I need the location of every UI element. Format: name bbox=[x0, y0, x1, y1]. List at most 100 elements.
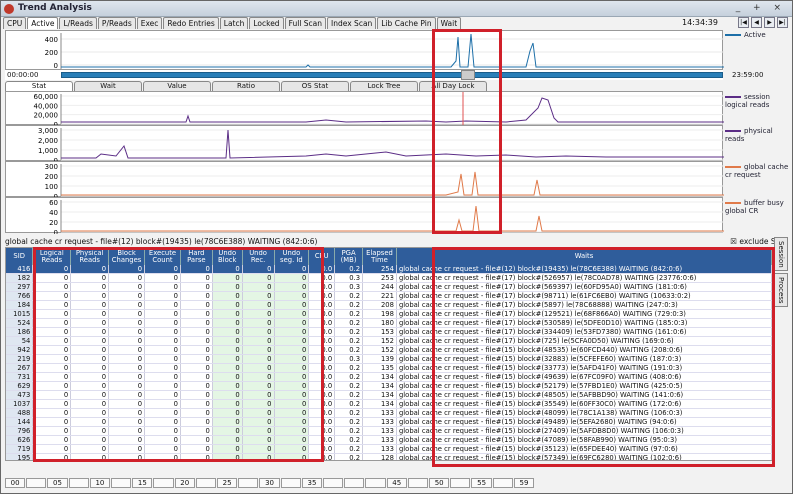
minute-cell[interactable] bbox=[153, 478, 174, 488]
table-cell: 0 bbox=[108, 265, 146, 274]
minute-cell[interactable]: 10 bbox=[89, 478, 111, 488]
table-row[interactable]: 184 0 0 0 0 0 0 0 0 0.0 0.2 208 global cache cr requ… bbox=[6, 300, 772, 310]
minute-cell[interactable] bbox=[407, 478, 429, 488]
table-row[interactable]: 186 0 0 0 0 0 0 0 0 0.0 0.2 153 global cache cr requ… bbox=[6, 327, 772, 337]
tab-active[interactable]: Active bbox=[27, 17, 59, 29]
column-header-waits[interactable]: Waits bbox=[396, 248, 772, 265]
table-cell: 0 bbox=[32, 426, 72, 436]
subtab-value[interactable]: Value bbox=[143, 81, 211, 91]
minute-cell[interactable] bbox=[68, 478, 89, 488]
next-icon[interactable]: ▶ bbox=[764, 17, 775, 28]
side-tab-process[interactable]: Process bbox=[774, 273, 788, 307]
table-cell: 0.0 bbox=[308, 300, 336, 310]
table-row[interactable]: 267 0 0 0 0 0 0 0 0 0.0 0.2 135 global cache cr requ… bbox=[6, 363, 772, 373]
table-row[interactable]: 144 0 0 0 0 0 0 0 0 0.0 0.2 133 global cache cr requ… bbox=[6, 417, 772, 427]
minute-cell[interactable] bbox=[111, 478, 132, 488]
column-header-logical-reads[interactable]: Logical Reads bbox=[32, 248, 72, 265]
subtab-all-day-lock[interactable]: All Day Lock bbox=[419, 81, 487, 91]
timeline-slider[interactable] bbox=[61, 72, 723, 78]
tab-full-scan[interactable]: Full Scan bbox=[284, 17, 327, 29]
subtab-os-stat[interactable]: OS Stat bbox=[281, 81, 349, 91]
table-row[interactable]: 766 0 0 0 0 0 0 0 0 0.0 0.2 221 global cache cr requ… bbox=[6, 291, 772, 301]
table-row[interactable]: 796 0 0 0 0 0 0 0 0 0.0 0.2 133 global cache cr requ… bbox=[6, 426, 772, 436]
table-row[interactable]: 416 0 0 0 0 0 0 0 0 0.0 0.2 254 global cache cr requ… bbox=[6, 265, 772, 274]
minute-cell[interactable]: 05 bbox=[47, 478, 68, 488]
window-title: Trend Analysis bbox=[18, 3, 92, 13]
column-header-cpu[interactable]: CPU bbox=[308, 248, 336, 265]
table-row[interactable]: 629 0 0 0 0 0 0 0 0 0.0 0.2 134 global cache cr requ… bbox=[6, 381, 772, 391]
minute-cell[interactable]: 50 bbox=[429, 478, 450, 488]
table-cell: 0 bbox=[242, 345, 275, 355]
ytick-label: 200 bbox=[45, 173, 58, 181]
minute-cell[interactable] bbox=[323, 478, 344, 488]
table-row[interactable]: 524 0 0 0 0 0 0 0 0 0.0 0.2 180 global cache cr requ… bbox=[6, 318, 772, 328]
tab-locked[interactable]: Locked bbox=[249, 17, 284, 29]
tab-latch[interactable]: Latch bbox=[219, 17, 249, 29]
last-icon[interactable]: ▶| bbox=[777, 17, 788, 28]
table-cell: 254 bbox=[362, 265, 397, 274]
tab-lib-cache-pin[interactable]: Lib Cache Pin bbox=[377, 17, 436, 29]
column-header-physical-reads[interactable]: Physical Reads bbox=[70, 248, 110, 265]
table-row[interactable]: 195 0 0 0 0 0 0 0 0 0.0 0.2 128 global cache cr requ… bbox=[6, 453, 772, 460]
table-row[interactable]: 626 0 0 0 0 0 0 0 0 0.0 0.2 133 global cache cr requ… bbox=[6, 435, 772, 445]
column-header-hard-parse[interactable]: Hard Parse bbox=[180, 248, 213, 265]
table-row[interactable]: 1015 0 0 0 0 0 0 0 0 0.0 0.2 198 global cache cr req… bbox=[6, 309, 772, 319]
timeline-thumb[interactable] bbox=[461, 70, 475, 80]
table-cell: 0.2 bbox=[334, 417, 364, 427]
tab-l-reads[interactable]: L/Reads bbox=[59, 17, 97, 29]
minute-cell[interactable] bbox=[195, 478, 217, 488]
table-row[interactable]: 473 0 0 0 0 0 0 0 0 0.0 0.2 134 global cache cr requ… bbox=[6, 390, 772, 400]
table-row[interactable]: 219 0 0 0 0 0 0 0 0 0.0 0.3 139 global cache cr requ… bbox=[6, 354, 772, 364]
minute-cell[interactable] bbox=[450, 478, 471, 488]
table-row[interactable]: 182 0 0 0 0 0 0 0 0 0.0 0.3 253 global cache cr requ… bbox=[6, 273, 772, 283]
first-icon[interactable]: |◀ bbox=[738, 17, 749, 28]
minute-cell[interactable] bbox=[26, 478, 47, 488]
tab-exec[interactable]: Exec bbox=[136, 17, 163, 29]
minute-cell[interactable] bbox=[365, 478, 386, 488]
table-row[interactable]: 54 0 0 0 0 0 0 0 0 0.0 0.2 152 global cache cr reque… bbox=[6, 336, 772, 346]
tab-cpu[interactable]: CPU bbox=[3, 17, 27, 29]
table-cell: 0.0 bbox=[308, 318, 336, 328]
table-row[interactable]: 719 0 0 0 0 0 0 0 0 0.0 0.2 133 global cache cr requ… bbox=[6, 444, 772, 454]
window-controls[interactable]: _ + × bbox=[736, 3, 786, 13]
column-header-pga-mb-[interactable]: PGA (MB) bbox=[334, 248, 364, 265]
column-header-undo-seg-id[interactable]: Undo seg. Id bbox=[274, 248, 310, 265]
subtab-stat[interactable]: Stat bbox=[5, 81, 73, 91]
column-header-sid[interactable]: SID bbox=[6, 248, 34, 265]
subtab-wait[interactable]: Wait bbox=[74, 81, 142, 91]
minute-cell[interactable]: 15 bbox=[132, 478, 153, 488]
table-cell: 0 bbox=[274, 435, 310, 445]
column-header-undo-block[interactable]: Undo Block bbox=[212, 248, 243, 265]
column-header-undo-rec-[interactable]: Undo Rec. bbox=[242, 248, 275, 265]
minute-cell[interactable]: 59 bbox=[513, 478, 535, 488]
tab-p-reads[interactable]: P/Reads bbox=[97, 17, 136, 29]
table-cell: 0.2 bbox=[334, 390, 364, 400]
minute-cell[interactable] bbox=[492, 478, 513, 488]
subtab-ratio[interactable]: Ratio bbox=[212, 81, 280, 91]
column-header-execute-count[interactable]: Execute Count bbox=[144, 248, 181, 265]
tab-index-scan[interactable]: Index Scan bbox=[327, 17, 377, 29]
table-body: 416 0 0 0 0 0 0 0 0 0.0 0.2 254 global cache cr requ… bbox=[6, 265, 772, 460]
table-row[interactable]: 488 0 0 0 0 0 0 0 0 0.0 0.2 133 global cache cr requ… bbox=[6, 408, 772, 418]
minute-cell[interactable]: 35 bbox=[301, 478, 323, 488]
tab-redo-entries[interactable]: Redo Entries bbox=[163, 17, 219, 29]
tab-wait[interactable]: Wait bbox=[436, 17, 462, 29]
prev-icon[interactable]: ◀ bbox=[751, 17, 762, 28]
subtab-lock-tree[interactable]: Lock Tree bbox=[350, 81, 418, 91]
minute-cell[interactable]: 00 bbox=[5, 478, 26, 488]
column-header-elapsed-time[interactable]: Elapsed Time bbox=[362, 248, 397, 265]
table-row[interactable]: 731 0 0 0 0 0 0 0 0 0.0 0.2 134 global cache cr requ… bbox=[6, 372, 772, 382]
minute-cell[interactable]: 55 bbox=[471, 478, 492, 488]
minute-cell[interactable]: 25 bbox=[217, 478, 238, 488]
minute-cell[interactable]: 30 bbox=[259, 478, 280, 488]
column-header-block-changes[interactable]: Block Changes bbox=[108, 248, 146, 265]
table-row[interactable]: 1037 0 0 0 0 0 0 0 0 0.0 0.2 134 global cache cr req… bbox=[6, 399, 772, 409]
minute-cell[interactable]: 20 bbox=[174, 478, 195, 488]
minute-cell[interactable] bbox=[238, 478, 259, 488]
table-row[interactable]: 942 0 0 0 0 0 0 0 0 0.0 0.2 152 global cache cr requ… bbox=[6, 345, 772, 355]
table-row[interactable]: 297 0 0 0 0 0 0 0 0 0.0 0.3 244 global cache cr requ… bbox=[6, 282, 772, 292]
minute-cell[interactable] bbox=[344, 478, 365, 488]
minute-cell[interactable]: 45 bbox=[386, 478, 407, 488]
minute-cell[interactable] bbox=[280, 478, 301, 488]
side-tab-session[interactable]: Session bbox=[774, 237, 788, 271]
